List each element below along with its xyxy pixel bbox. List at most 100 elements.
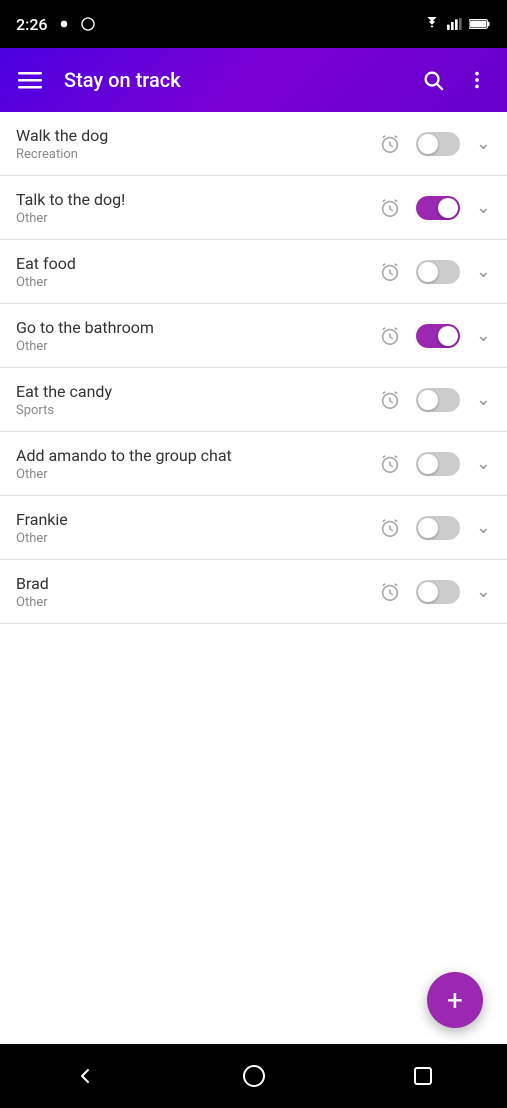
task-list: Walk the dog Recreation ⌄	[0, 112, 507, 1044]
toggle-thumb	[418, 390, 438, 410]
toggle-thumb	[418, 454, 438, 474]
search-icon	[422, 69, 444, 91]
task-category: Other	[16, 211, 376, 226]
task-info: Brad Other	[16, 574, 376, 610]
task-controls: ⌄	[376, 258, 491, 286]
task-category: Other	[16, 531, 376, 546]
menu-button[interactable]	[12, 62, 48, 98]
expand-icon[interactable]: ⌄	[476, 517, 491, 538]
add-icon: +	[447, 984, 463, 1017]
task-item[interactable]: Eat food Other ⌄	[0, 240, 507, 304]
app-bar-actions	[415, 62, 495, 98]
task-toggle[interactable]	[416, 260, 460, 284]
task-item[interactable]: Brad Other ⌄	[0, 560, 507, 624]
task-controls: ⌄	[376, 194, 491, 222]
task-name: Frankie	[16, 510, 376, 529]
alarm-icon[interactable]	[376, 514, 404, 542]
recent-icon	[413, 1066, 433, 1086]
alarm-icon[interactable]	[376, 258, 404, 286]
task-controls: ⌄	[376, 450, 491, 478]
task-info: Add amando to the group chat Other	[16, 446, 376, 482]
expand-icon[interactable]: ⌄	[476, 133, 491, 154]
task-info: Eat food Other	[16, 254, 376, 290]
task-category: Sports	[16, 403, 376, 418]
task-category: Recreation	[16, 147, 376, 162]
task-name: Eat food	[16, 254, 376, 273]
task-toggle[interactable]	[416, 516, 460, 540]
task-category: Other	[16, 467, 376, 482]
task-controls: ⌄	[376, 514, 491, 542]
status-time: 2:26	[16, 15, 48, 34]
task-info: Go to the bathroom Other	[16, 318, 376, 354]
toggle-thumb	[438, 326, 458, 346]
more-icon	[466, 69, 488, 91]
toggle-thumb	[418, 518, 438, 538]
task-toggle[interactable]	[416, 452, 460, 476]
wifi-icon	[423, 17, 441, 31]
menu-icon	[18, 68, 42, 92]
toggle-thumb	[438, 198, 458, 218]
toggle-thumb	[418, 582, 438, 602]
task-controls: ⌄	[376, 322, 491, 350]
task-name: Go to the bathroom	[16, 318, 376, 337]
task-item[interactable]: Go to the bathroom Other	[0, 304, 507, 368]
home-icon	[242, 1064, 266, 1088]
battery-icon	[469, 18, 491, 30]
alarm-icon[interactable]	[376, 194, 404, 222]
expand-icon[interactable]: ⌄	[476, 261, 491, 282]
task-toggle[interactable]	[416, 388, 460, 412]
circle-icon	[80, 16, 96, 32]
search-button[interactable]	[415, 62, 451, 98]
task-name: Add amando to the group chat	[16, 446, 376, 465]
recent-button[interactable]	[399, 1052, 447, 1100]
alarm-icon[interactable]	[376, 386, 404, 414]
status-left: 2:26	[16, 15, 96, 34]
task-info: Eat the candy Sports	[16, 382, 376, 418]
task-item[interactable]: Add amando to the group chat Other	[0, 432, 507, 496]
signal-icon	[447, 17, 463, 31]
task-info: Talk to the dog! Other	[16, 190, 376, 226]
task-controls: ⌄	[376, 130, 491, 158]
task-toggle[interactable]	[416, 324, 460, 348]
task-name: Walk the dog	[16, 126, 376, 145]
task-controls: ⌄	[376, 386, 491, 414]
home-button[interactable]	[230, 1052, 278, 1100]
task-info: Frankie Other	[16, 510, 376, 546]
task-name: Eat the candy	[16, 382, 376, 401]
app-title: Stay on track	[64, 68, 415, 92]
expand-icon[interactable]: ⌄	[476, 389, 491, 410]
toggle-thumb	[418, 134, 438, 154]
back-icon	[73, 1064, 97, 1088]
alarm-icon[interactable]	[376, 130, 404, 158]
task-category: Other	[16, 275, 376, 290]
task-name: Brad	[16, 574, 376, 593]
expand-icon[interactable]: ⌄	[476, 325, 491, 346]
sim-icon	[56, 16, 72, 32]
task-toggle[interactable]	[416, 196, 460, 220]
task-toggle[interactable]	[416, 132, 460, 156]
expand-icon[interactable]: ⌄	[476, 197, 491, 218]
status-bar: 2:26	[0, 0, 507, 48]
alarm-icon[interactable]	[376, 578, 404, 606]
phone-frame: 2:26	[0, 0, 507, 1108]
status-icons	[423, 17, 491, 31]
toggle-thumb	[418, 262, 438, 282]
task-category: Other	[16, 339, 376, 354]
bottom-nav	[0, 1044, 507, 1108]
alarm-icon[interactable]	[376, 322, 404, 350]
task-item[interactable]: Walk the dog Recreation ⌄	[0, 112, 507, 176]
task-name: Talk to the dog!	[16, 190, 376, 209]
task-item[interactable]: Eat the candy Sports ⌄	[0, 368, 507, 432]
task-item[interactable]: Frankie Other ⌄	[0, 496, 507, 560]
expand-icon[interactable]: ⌄	[476, 581, 491, 602]
back-button[interactable]	[61, 1052, 109, 1100]
app-bar: Stay on track	[0, 48, 507, 112]
task-toggle[interactable]	[416, 580, 460, 604]
alarm-icon[interactable]	[376, 450, 404, 478]
task-controls: ⌄	[376, 578, 491, 606]
task-item[interactable]: Talk to the dog! Other ⌄	[0, 176, 507, 240]
task-info: Walk the dog Recreation	[16, 126, 376, 162]
expand-icon[interactable]: ⌄	[476, 453, 491, 474]
more-button[interactable]	[459, 62, 495, 98]
add-task-button[interactable]: +	[427, 972, 483, 1028]
